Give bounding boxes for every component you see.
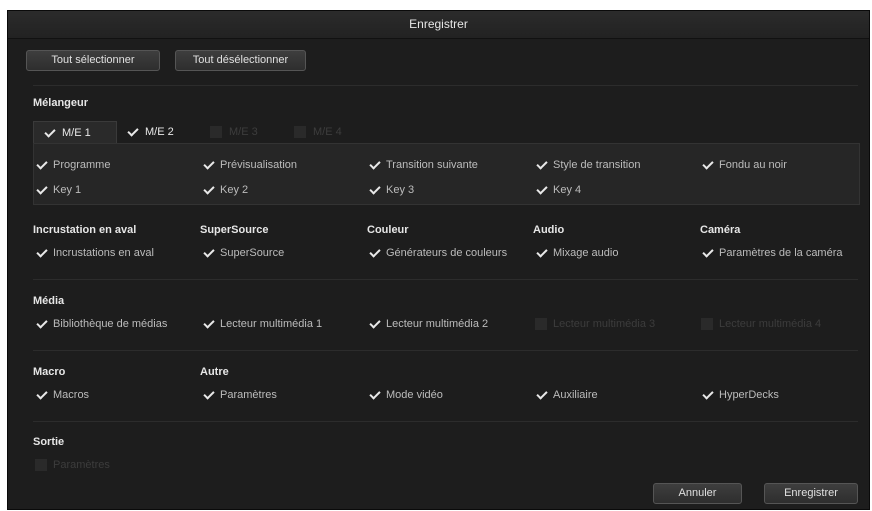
me-tab-panel (33, 143, 860, 205)
checkbox-key-1[interactable]: Key 1 (35, 184, 81, 196)
checkbox-incrustations-en-aval[interactable]: Incrustations en aval (35, 247, 154, 259)
divider (33, 279, 858, 280)
tab-me-1[interactable]: M/E 1 (33, 121, 117, 143)
checkbox-lecteur-multimedia-2[interactable]: Lecteur multimédia 2 (368, 318, 488, 330)
checkbox-previsualisation[interactable]: Prévisualisation (202, 159, 297, 171)
section-title-media: Média (33, 295, 65, 307)
section-title-autre: Autre (200, 366, 229, 378)
tab-me-2[interactable]: M/E 2 (117, 121, 201, 143)
section-title-camera: Caméra (700, 224, 741, 236)
checkbox-transition-suivante[interactable]: Transition suivante (368, 159, 478, 171)
checkbox-parametres[interactable]: Paramètres (202, 389, 277, 401)
checkbox-bibliotheque-de-medias[interactable]: Bibliothèque de médias (35, 318, 167, 330)
checkbox-mixage-audio[interactable]: Mixage audio (535, 247, 618, 259)
tab-label: M/E 2 (145, 126, 174, 138)
divider (33, 350, 858, 351)
deselect-all-button[interactable]: Tout désélectionner (175, 50, 306, 71)
checkbox-lecteur-multimedia-4[interactable]: Lecteur multimédia 4 (701, 318, 821, 330)
save-dialog: Enregistrer Tout sélectionner Tout désél… (7, 10, 870, 510)
checkbox-auxiliaire[interactable]: Auxiliaire (535, 389, 598, 401)
divider (33, 421, 858, 422)
tab-label: M/E 1 (62, 126, 91, 139)
checkbox-me-2[interactable] (126, 126, 138, 138)
section-title-couleur: Couleur (367, 224, 409, 236)
section-title-incrustation: Incrustation en aval (33, 224, 137, 236)
section-title-supersource: SuperSource (200, 224, 269, 236)
checkbox-me-1[interactable] (43, 127, 55, 139)
tab-me-3[interactable]: M/E 3 (201, 121, 285, 143)
checkbox-programme[interactable]: Programme (35, 159, 110, 171)
checkbox-me-4[interactable] (294, 126, 306, 138)
checkbox-generateurs-de-couleurs[interactable]: Générateurs de couleurs (368, 247, 507, 259)
section-title-sortie: Sortie (33, 436, 65, 448)
checkbox-sortie-parametres[interactable]: Paramètres (35, 459, 110, 471)
divider (33, 85, 858, 86)
checkbox-key-3[interactable]: Key 3 (368, 184, 414, 196)
save-button[interactable]: Enregistrer (764, 483, 858, 504)
checkbox-me-3[interactable] (210, 126, 222, 138)
checkbox-hyperdecks[interactable]: HyperDecks (701, 389, 779, 401)
checkbox-parametres-camera[interactable]: Paramètres de la caméra (701, 247, 843, 259)
checkbox-key-2[interactable]: Key 2 (202, 184, 248, 196)
checkbox-lecteur-multimedia-1[interactable]: Lecteur multimédia 1 (202, 318, 322, 330)
dialog-title: Enregistrer (8, 11, 869, 39)
tab-me-4[interactable]: M/E 4 (285, 121, 369, 143)
section-title-audio: Audio (533, 224, 565, 236)
checkbox-lecteur-multimedia-3[interactable]: Lecteur multimédia 3 (535, 318, 655, 330)
checkbox-mode-video[interactable]: Mode vidéo (368, 389, 443, 401)
tab-label: M/E 4 (313, 126, 342, 138)
checkbox-macros[interactable]: Macros (35, 389, 89, 401)
tab-label: M/E 3 (229, 126, 258, 138)
checkbox-supersource[interactable]: SuperSource (202, 247, 284, 259)
checkbox-key-4[interactable]: Key 4 (535, 184, 581, 196)
section-title-melangeur: Mélangeur (33, 97, 89, 109)
select-all-button[interactable]: Tout sélectionner (26, 50, 160, 71)
cancel-button[interactable]: Annuler (653, 483, 742, 504)
section-title-macro: Macro (33, 366, 66, 378)
checkbox-fondu-au-noir[interactable]: Fondu au noir (701, 159, 787, 171)
checkbox-style-de-transition[interactable]: Style de transition (535, 159, 640, 171)
